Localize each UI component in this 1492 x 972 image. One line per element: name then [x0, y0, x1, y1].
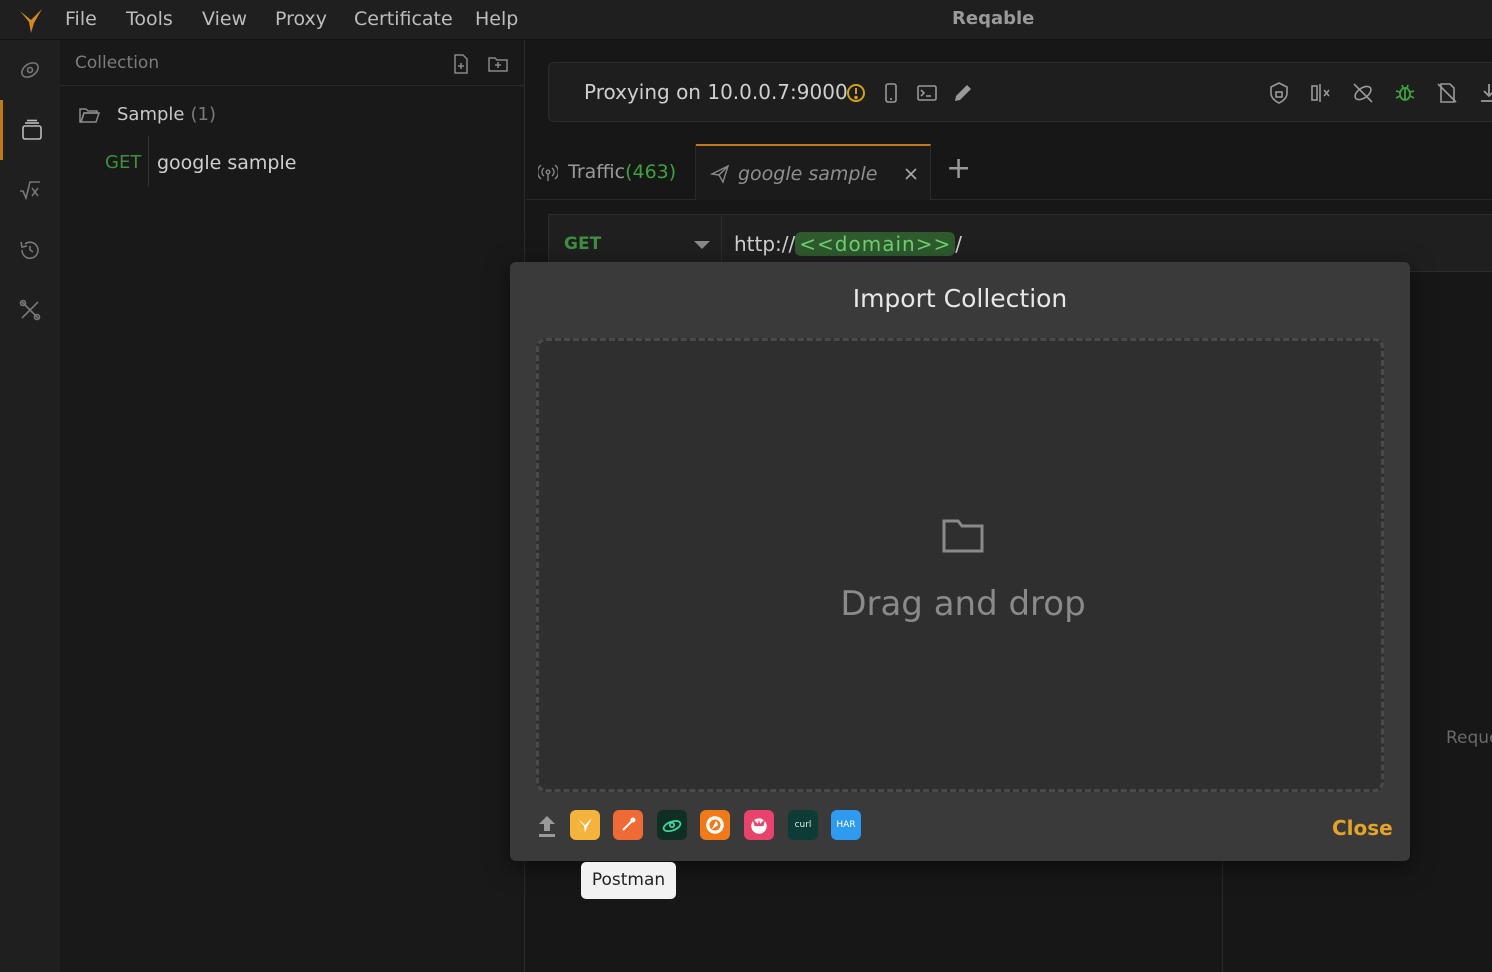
reqable-logo-icon [20, 9, 42, 33]
breakpoint-off-icon[interactable] [1351, 81, 1375, 105]
apifox-import-icon[interactable] [744, 810, 774, 840]
traffic-count: (463) [625, 161, 677, 183]
har-import-icon[interactable]: HAR [831, 810, 861, 840]
new-folder-icon[interactable] [487, 53, 509, 75]
request-name: google sample [157, 152, 297, 174]
add-tab-button[interactable]: + [946, 154, 976, 184]
activity-capture-button[interactable] [0, 40, 60, 100]
menu-tools[interactable]: Tools [126, 8, 173, 30]
terminal-icon[interactable] [915, 81, 939, 105]
broadcast-icon [538, 164, 558, 181]
collection-folder-row[interactable]: Sample (1) [60, 96, 525, 134]
tab-google-sample[interactable]: google sample [696, 144, 931, 200]
menu-certificate[interactable]: Certificate [354, 8, 453, 30]
reqable-import-icon[interactable] [570, 810, 600, 840]
response-hint: Reque [1446, 728, 1492, 748]
upload-icon[interactable] [536, 813, 558, 839]
history-icon [20, 241, 39, 260]
url-input[interactable]: http://<<domain>> / [734, 232, 962, 256]
activity-history-button[interactable] [0, 220, 60, 280]
folder-count: (1) [190, 104, 217, 125]
warning-icon[interactable] [844, 81, 868, 105]
edit-icon[interactable] [951, 81, 975, 105]
tab-traffic[interactable]: Traffic(463) [526, 144, 696, 200]
tools-icon [19, 299, 41, 321]
url-variable: <<domain>> [795, 232, 956, 256]
menu-file[interactable]: File [65, 8, 97, 30]
tab-google-sample-label: google sample [738, 163, 878, 185]
hoppscotch-import-icon[interactable] [700, 810, 730, 840]
send-plane-icon [710, 164, 730, 184]
activity-collection-button[interactable] [0, 100, 60, 160]
postman-import-icon[interactable] [613, 810, 643, 840]
postman-tooltip: Postman [581, 862, 676, 899]
proxy-bar: Proxying on 10.0.0.7:9000 [548, 62, 1492, 122]
collection-sidebar: Collection Sample (1) GET google sample [60, 40, 525, 972]
menu-bar: File Tools View Proxy Certificate Help R… [0, 0, 1492, 40]
mobile-icon[interactable] [879, 81, 903, 105]
dialog-title: Import Collection [852, 284, 1068, 313]
sqrt-x-icon [20, 181, 40, 201]
close-button[interactable]: Close [1332, 816, 1393, 840]
activity-tools-button[interactable] [0, 280, 60, 340]
ssl-lock-icon[interactable] [1267, 81, 1291, 105]
sidebar-title: Collection [75, 53, 160, 73]
rewrite-icon[interactable] [1309, 81, 1333, 105]
satellite-icon [21, 62, 39, 78]
request-item[interactable]: GET google sample [60, 144, 525, 182]
download-icon[interactable] [1477, 81, 1492, 105]
tab-traffic-label: Traffic(463) [568, 161, 677, 183]
folder-icon [942, 519, 984, 553]
debug-bug-icon[interactable] [1393, 81, 1417, 105]
new-file-icon[interactable] [450, 53, 472, 75]
app-title: Reqable [952, 8, 1035, 29]
folder-name: Sample (1) [117, 104, 216, 125]
script-off-icon[interactable] [1435, 81, 1459, 105]
proxy-status: Proxying on 10.0.0.7:9000 [584, 80, 848, 104]
import-collection-dialog: Import Collection Drag and drop curl HAR… [510, 262, 1410, 861]
collection-icon [21, 119, 42, 140]
menu-view[interactable]: View [202, 8, 247, 30]
activity-script-button[interactable] [0, 160, 60, 220]
request-method: GET [105, 152, 142, 173]
tabs-row: Traffic(463) google sample + [526, 144, 1492, 200]
menu-proxy[interactable]: Proxy [275, 8, 327, 30]
sidebar-header: Collection [60, 40, 525, 86]
caret-down-icon [694, 241, 710, 249]
drop-text: Drag and drop [840, 584, 1086, 624]
close-tab-icon[interactable] [903, 166, 919, 182]
drop-zone[interactable]: Drag and drop [536, 338, 1384, 792]
folder-open-icon [79, 108, 100, 123]
insomnia-import-icon[interactable] [657, 810, 687, 840]
curl-import-icon[interactable]: curl [788, 810, 818, 840]
method-value: GET [564, 234, 602, 254]
activity-bar [0, 40, 60, 972]
menu-help[interactable]: Help [475, 8, 518, 30]
